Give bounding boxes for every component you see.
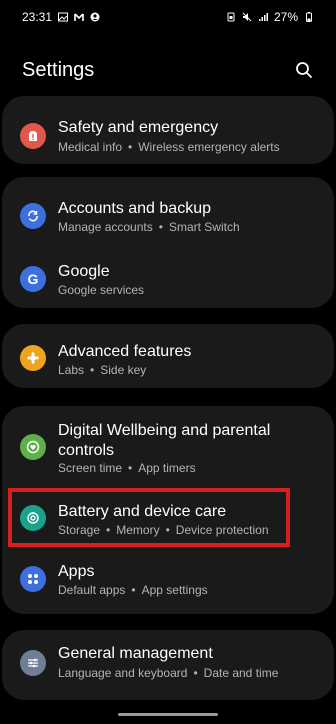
status-left: 23:31 [22, 10, 100, 24]
list-item-general[interactable]: General management Language and keyboard… [2, 630, 334, 700]
list-item-accounts[interactable]: Accounts and backup Manage accounts • Smar… [2, 177, 334, 242]
item-subtitle: Screen time • App timers [58, 461, 196, 475]
item-title: Advanced features [58, 343, 192, 360]
battery-percent: 27% [273, 10, 298, 24]
item-title: Battery and device care [58, 503, 227, 520]
item-title: Safety and emergency [58, 119, 219, 136]
item-title: Google [58, 263, 110, 280]
device-care-icon [20, 505, 46, 531]
account-icon [90, 12, 100, 22]
battery-saver-icon [227, 12, 235, 22]
page-title: Settings [22, 58, 95, 81]
gmail-icon [74, 13, 84, 21]
battery-icon [306, 12, 312, 22]
status-right: 27% [226, 10, 314, 24]
sliders-icon [20, 650, 46, 676]
item-subtitle: Manage accounts • Smart Switch [58, 220, 240, 234]
safety-icon [20, 123, 46, 149]
status-time: 23:31 [22, 10, 53, 24]
search-icon [296, 62, 312, 78]
signal-icon [258, 13, 268, 21]
apps-icon [20, 566, 46, 592]
item-subtitle: Labs • Side key [58, 363, 147, 377]
item-subtitle: Default apps • App settings [58, 583, 208, 597]
list-item-battery[interactable]: Battery and device care Storage • Memory • D… [2, 484, 334, 548]
card-accounts: Accounts and backup Manage accounts • Smar… [2, 177, 334, 308]
list-item-apps[interactable]: Apps Default apps • App settings [2, 548, 334, 614]
item-title: Apps [58, 563, 95, 580]
item-subtitle: Google services [58, 283, 145, 297]
item-subtitle: Storage • Memory • Device protection [58, 523, 269, 537]
gallery-icon [58, 12, 69, 22]
list-item-google[interactable]: G Google Google services [2, 242, 334, 308]
puzzle-icon [20, 345, 46, 371]
google-icon: G [20, 266, 46, 292]
item-title: Digital Wellbeing and parental [58, 422, 271, 439]
item-title-line2: controls [58, 442, 115, 459]
heart-icon [20, 434, 46, 460]
card-general: General management Language and keyboard… [2, 630, 334, 700]
item-subtitle: Language and keyboard • Date and time [58, 666, 279, 680]
card-advanced: Advanced features Labs • Side key [2, 324, 334, 388]
item-title: Accounts and backup [58, 200, 211, 217]
card-safety: Safety and emergency Medical info • Wirele… [2, 96, 334, 164]
sync-icon [20, 203, 46, 229]
status-bar: 23:31 27% [0, 0, 336, 34]
list-item-safety[interactable]: Safety and emergency Medical info • Wirele… [2, 96, 334, 164]
mute-icon [242, 12, 252, 22]
navigation-handle[interactable] [118, 713, 218, 716]
card-wellbeing: Digital Wellbeing and parental controls … [2, 406, 334, 614]
item-subtitle: Medical info • Wireless emergency alerts [58, 140, 280, 154]
item-title: General management [58, 645, 213, 662]
list-item-advanced[interactable]: Advanced features Labs • Side key [2, 324, 334, 388]
list-item-wellbeing[interactable]: Digital Wellbeing and parental controls … [2, 406, 334, 484]
search-button[interactable] [294, 60, 314, 80]
page-header: Settings [22, 57, 314, 83]
